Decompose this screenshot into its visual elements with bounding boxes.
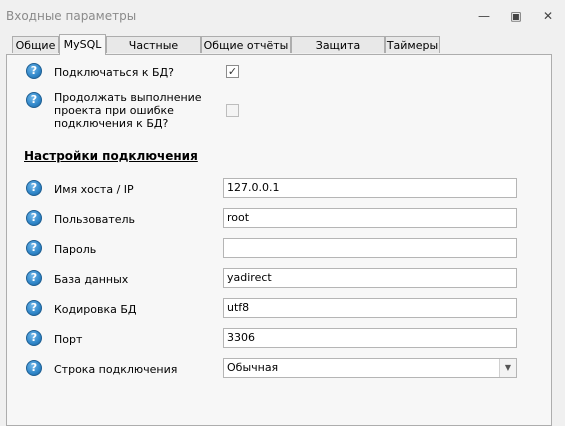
host-label: Имя хоста / IP xyxy=(54,183,134,196)
continue-on-error-checkbox[interactable] xyxy=(226,104,239,117)
minimize-icon[interactable]: — xyxy=(476,9,492,23)
help-icon[interactable]: ? xyxy=(26,92,42,108)
window-title: Входные параметры xyxy=(6,9,137,23)
tab-mysql[interactable]: MySQL xyxy=(59,34,106,55)
port-label: Порт xyxy=(54,333,83,346)
password-label: Пароль xyxy=(54,243,97,256)
database-label: База данных xyxy=(54,273,129,286)
host-input[interactable]: 127.0.0.1 xyxy=(223,178,517,198)
tab-timers[interactable]: Таймеры xyxy=(385,36,440,53)
title-bar: Входные параметры — ▣ ✕ xyxy=(0,0,565,33)
section-title: Настройки подключения xyxy=(24,149,198,163)
port-input[interactable]: 3306 xyxy=(223,328,517,348)
continue-on-error-label: Продолжать выполнение проекта при ошибке… xyxy=(54,91,202,130)
tab-bar: Общие MySQL Частные отчёты Общие отчёты … xyxy=(12,34,552,69)
help-icon[interactable]: ? xyxy=(26,270,42,286)
database-input[interactable]: yadirect xyxy=(223,268,517,288)
encoding-label: Кодировка БД xyxy=(54,303,137,316)
chevron-down-icon[interactable]: ▼ xyxy=(499,359,516,377)
tab-common-reports[interactable]: Общие отчёты xyxy=(201,36,291,53)
connect-db-checkbox[interactable]: ✓ xyxy=(226,65,239,78)
close-icon[interactable]: ✕ xyxy=(540,9,556,23)
help-icon[interactable]: ? xyxy=(26,300,42,316)
tab-general[interactable]: Общие xyxy=(12,36,59,53)
help-icon[interactable]: ? xyxy=(26,180,42,196)
connection-string-label: Строка подключения xyxy=(54,363,178,376)
connection-string-select[interactable]: Обычная ▼ xyxy=(223,358,517,378)
connect-db-label: Подключаться к БД? xyxy=(54,66,174,79)
help-icon[interactable]: ? xyxy=(26,360,42,376)
help-icon[interactable]: ? xyxy=(26,240,42,256)
tab-private-reports[interactable]: Частные отчёты xyxy=(106,36,201,69)
connection-string-value: Обычная xyxy=(227,361,279,374)
user-input[interactable]: root xyxy=(223,208,517,228)
encoding-input[interactable]: utf8 xyxy=(223,298,517,318)
restore-icon[interactable]: ▣ xyxy=(508,9,524,23)
help-icon[interactable]: ? xyxy=(26,330,42,346)
user-label: Пользователь xyxy=(54,213,136,226)
help-icon[interactable]: ? xyxy=(26,210,42,226)
password-input[interactable] xyxy=(223,238,517,258)
tab-report-protection[interactable]: Защита отчётов xyxy=(291,36,385,69)
help-icon[interactable]: ? xyxy=(26,63,42,79)
